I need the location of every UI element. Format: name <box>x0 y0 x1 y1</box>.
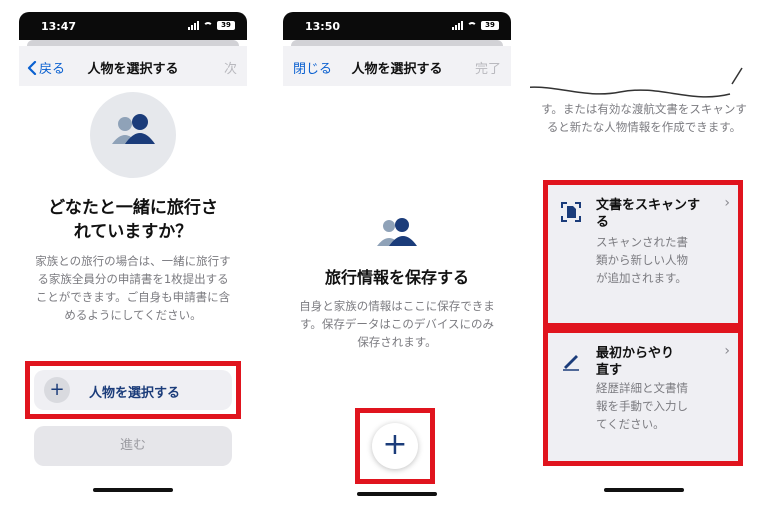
page-description: 家族との旅行の場合は、一緒に旅行する家族全員分の申請書を1枚提出することができま… <box>35 254 231 322</box>
page-heading: どなたと一緒に旅行されていますか？ <box>48 198 218 242</box>
scan-document-card[interactable]: 文書をスキャンする スキャンされた書類から新しい人物が追加されます。 › <box>548 185 738 323</box>
screen-save-travel-info: 13:50 39 閉じる 人物を選択する 完了 旅行情報を保存する 自身と家族の… <box>283 12 511 502</box>
select-person-button[interactable]: + 人物を選択する <box>34 370 232 410</box>
card-description: 経歴詳細と文書情報を手動で入力してください。 <box>596 381 688 431</box>
page-description: す。または有効な渡航文書をスキャンすると新たな人物情報を作成できます。 <box>541 102 747 134</box>
home-indicator <box>604 488 684 492</box>
pencil-icon <box>563 355 579 371</box>
wifi-icon <box>467 21 477 30</box>
nav-title: 人物を選択する <box>87 62 179 77</box>
people-icon <box>112 114 155 144</box>
select-person-label: 人物を選択する <box>89 386 181 401</box>
status-time: 13:50 <box>305 20 341 33</box>
signal-icon <box>188 21 199 30</box>
next-button[interactable]: 進む <box>34 426 232 466</box>
home-indicator <box>357 492 437 496</box>
home-indicator <box>93 488 173 492</box>
people-icon <box>377 218 417 246</box>
chevron-right-icon: › <box>724 343 730 359</box>
torn-edge <box>530 60 758 104</box>
card-title: 最初からやり直す <box>596 346 675 378</box>
card-description: スキャンされた書類から新しい人物が追加されます。 <box>596 235 688 285</box>
document-scan-icon <box>561 202 581 222</box>
battery-icon: 39 <box>217 21 235 30</box>
page-heading: 旅行情報を保存する <box>324 268 469 287</box>
status-time: 13:47 <box>41 20 77 33</box>
done-button[interactable]: 完了 <box>475 58 501 77</box>
people-avatar <box>90 92 176 178</box>
battery-icon: 39 <box>481 21 499 30</box>
start-over-card[interactable]: 最初からやり直す 経歴詳細と文書情報を手動で入力してください。 › <box>548 333 738 461</box>
plus-icon: + <box>44 377 70 403</box>
status-bar: 13:47 39 <box>19 12 247 40</box>
screen-add-person-options: す。または有効な渡航文書をスキャンすると新たな人物情報を作成できます。 文書をス… <box>530 60 758 500</box>
card-title: 文書をスキャンする <box>596 198 701 230</box>
chevron-right-icon: › <box>724 195 730 211</box>
signal-icon <box>452 21 463 30</box>
next-nav-button[interactable]: 次 <box>224 58 237 77</box>
screen-select-person: 13:47 39 戻る 人物を選択する 次 どなたと一緒に旅行されていますか？ … <box>19 12 247 502</box>
page-description: 自身と家族の情報はここに保存できます。保存データはこのデバイスにのみ保存されます… <box>299 299 495 349</box>
add-person-button[interactable]: + <box>372 423 418 469</box>
nav-bar: 閉じる 人物を選択する 完了 <box>283 46 511 86</box>
wifi-icon <box>203 21 213 30</box>
status-bar: 13:50 39 <box>283 12 511 40</box>
nav-bar: 戻る 人物を選択する 次 <box>19 46 247 86</box>
